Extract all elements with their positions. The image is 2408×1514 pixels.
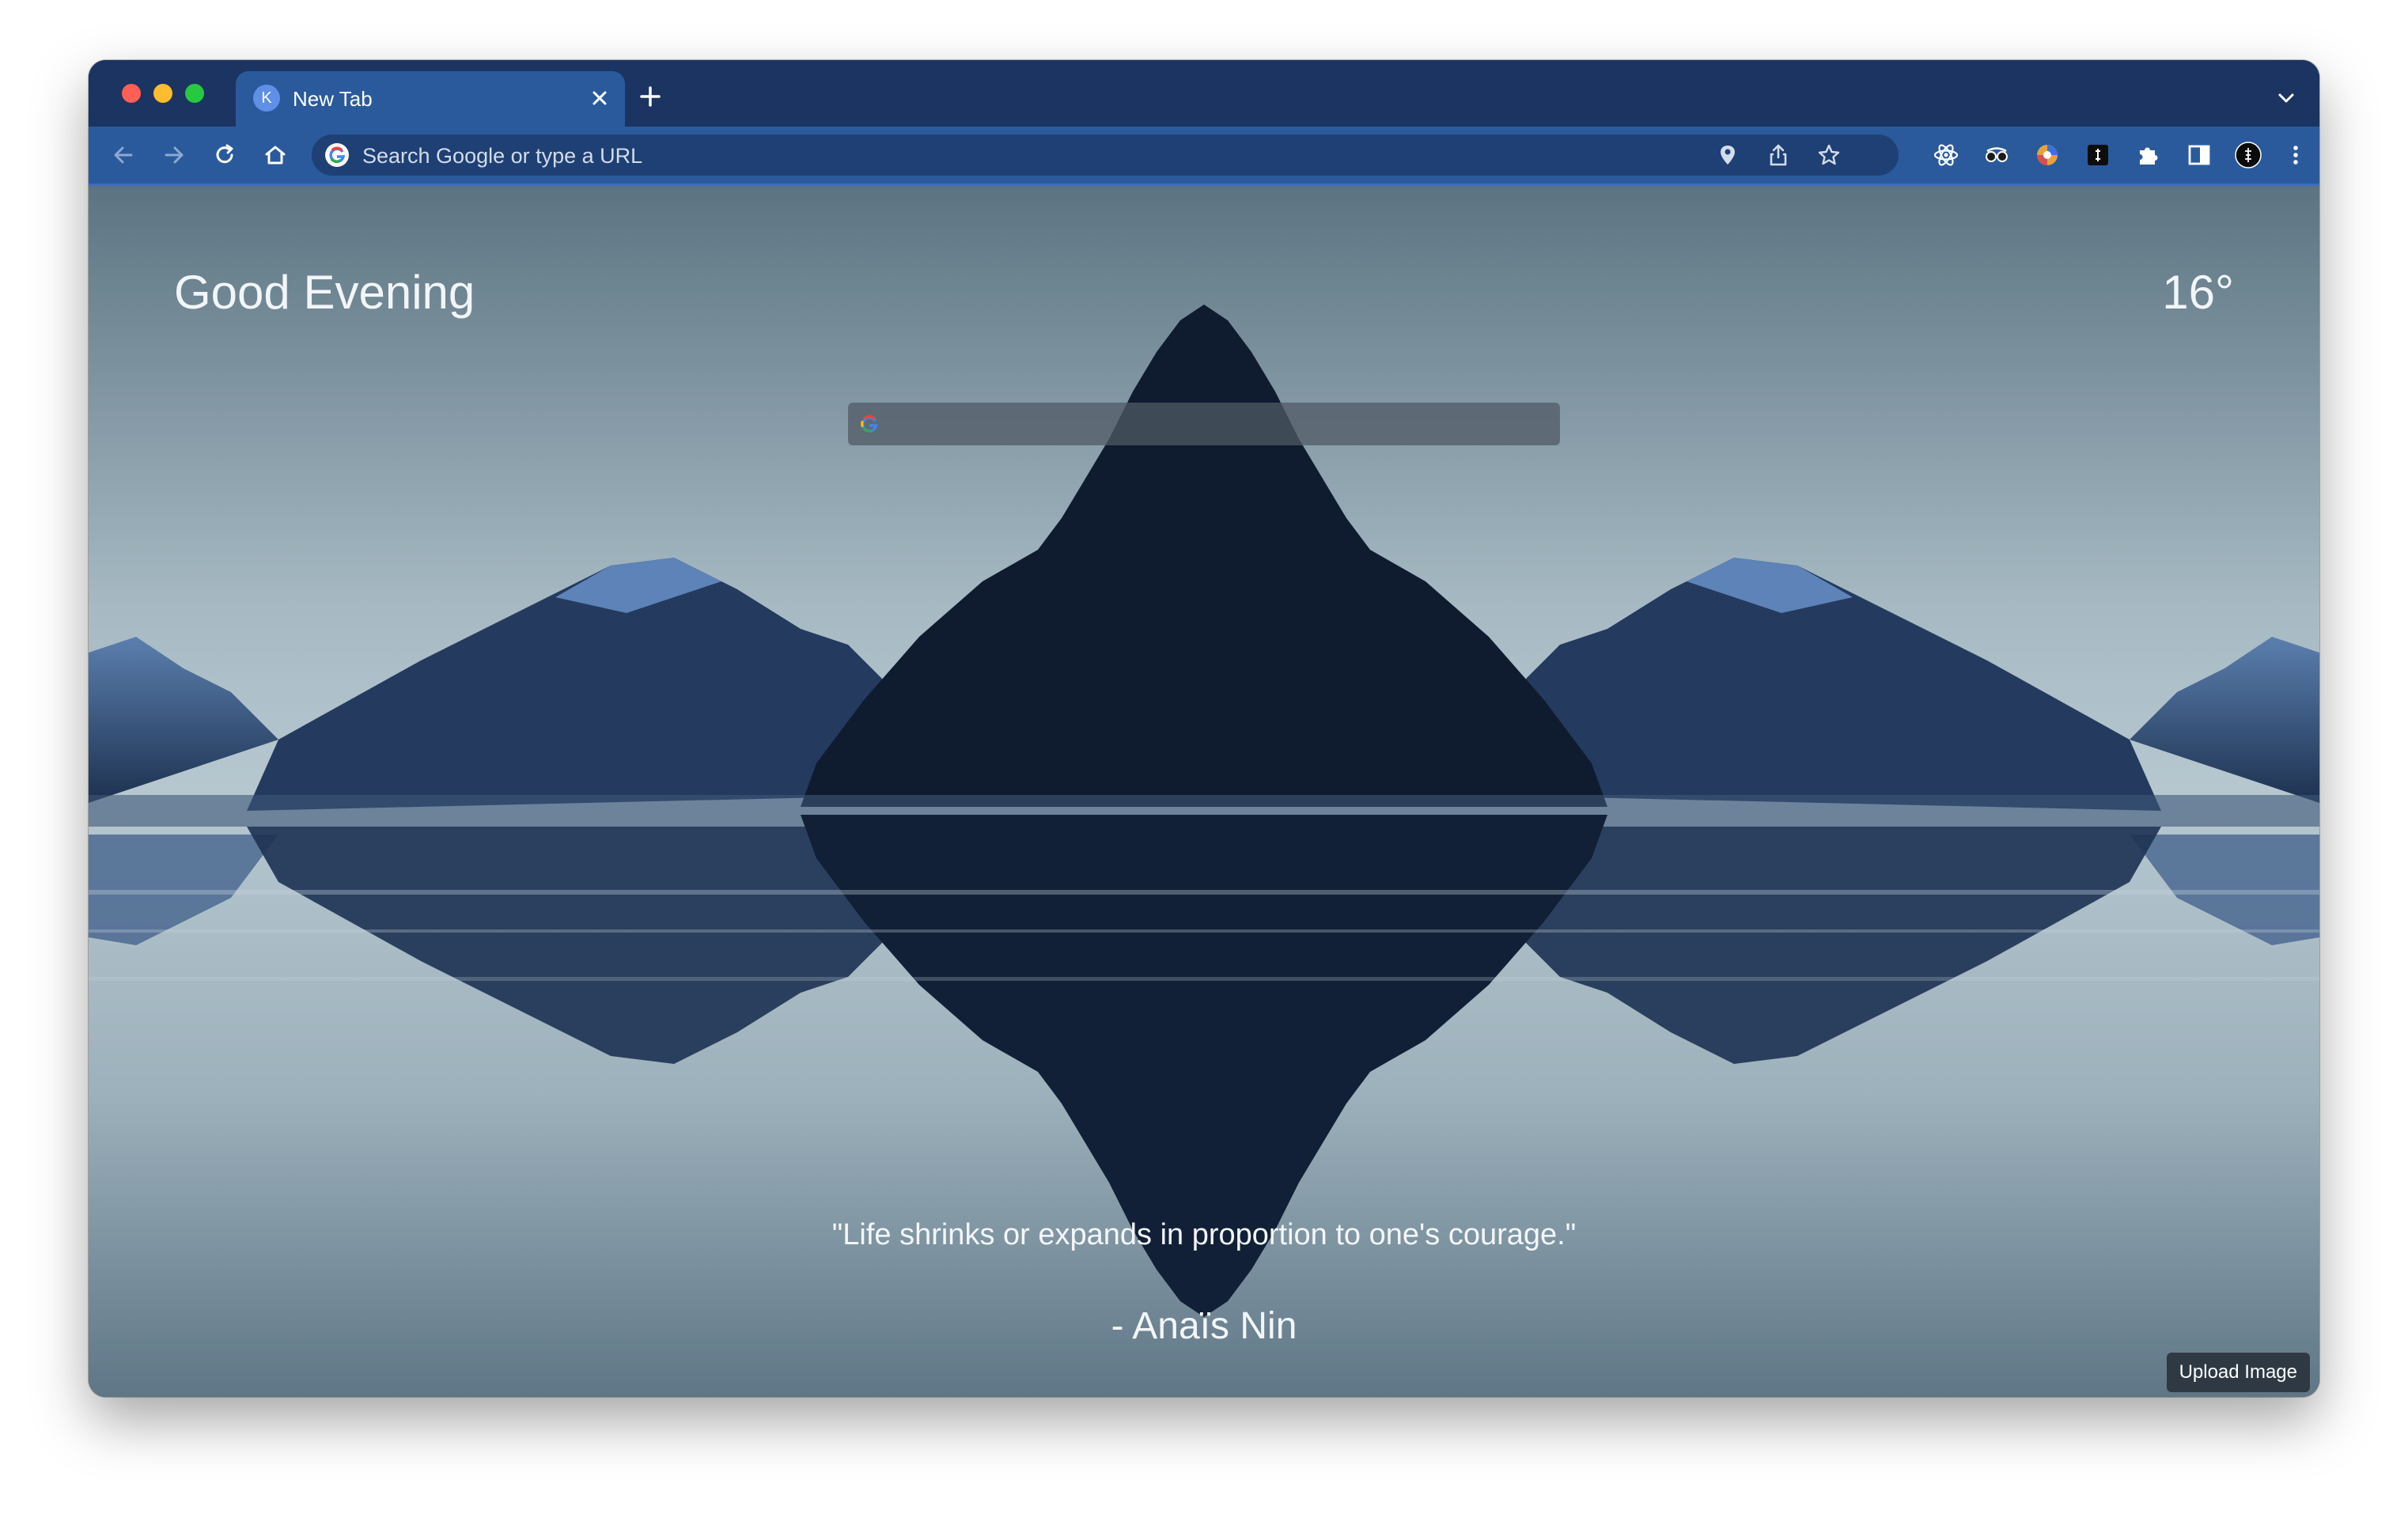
upload-image-button[interactable]: Upload Image	[2166, 1353, 2310, 1392]
greeting-text: Good Evening	[174, 266, 475, 319]
mountain-background-image	[89, 186, 2319, 1397]
star-icon[interactable]	[1816, 142, 1842, 168]
location-pin-icon[interactable]	[1715, 142, 1740, 168]
new-tab-page: Good Evening 16° "Life shrinks or expand…	[89, 186, 2319, 1397]
kebab-menu-icon[interactable]	[2280, 139, 2311, 171]
search-input[interactable]	[892, 409, 1544, 441]
zoom-window-button[interactable]	[185, 84, 204, 103]
puzzle-icon[interactable]	[2133, 139, 2164, 171]
tab-new-tab[interactable]: K New Tab	[236, 71, 625, 127]
chevron-down-icon[interactable]	[2274, 85, 2299, 111]
google-g-icon	[325, 143, 349, 167]
quote-text: "Life shrinks or expands in proportion t…	[831, 1218, 1577, 1251]
reload-icon[interactable]	[210, 141, 239, 169]
omnibox[interactable]: Search Google or type a URL	[312, 134, 1899, 176]
tab-favicon-icon: K	[253, 85, 280, 112]
profile-avatar-icon[interactable]	[2232, 139, 2264, 171]
arrow-left-icon[interactable]	[109, 141, 138, 169]
spy-glasses-icon[interactable]	[1981, 139, 2012, 171]
new-tab-button[interactable]	[634, 81, 666, 112]
brave-logo-icon[interactable]	[2082, 139, 2114, 171]
colorful-orb-icon[interactable]	[2031, 139, 2063, 171]
toolbar: Search Google or type a URL	[89, 127, 2319, 186]
close-icon[interactable]	[585, 84, 614, 112]
temperature-readout: 16°	[2162, 266, 2234, 319]
share-icon[interactable]	[1766, 142, 1791, 168]
tab-strip: K New Tab	[89, 60, 2319, 127]
quote-author: - Anaïs Nin	[1111, 1305, 1297, 1347]
omnibox-placeholder: Search Google or type a URL	[362, 144, 643, 168]
minimize-window-button[interactable]	[153, 84, 172, 103]
tab-title: New Tab	[293, 87, 373, 111]
browser-window: K New Tab Search Google or type a URL Go…	[89, 60, 2319, 1397]
search-bar[interactable]	[848, 403, 1560, 445]
close-window-button[interactable]	[122, 84, 141, 103]
side-panel-icon[interactable]	[2183, 139, 2215, 171]
google-g-icon	[861, 414, 878, 433]
home-icon[interactable]	[261, 141, 290, 169]
atom-icon[interactable]	[1930, 139, 1962, 171]
arrow-right-icon[interactable]	[160, 141, 188, 169]
